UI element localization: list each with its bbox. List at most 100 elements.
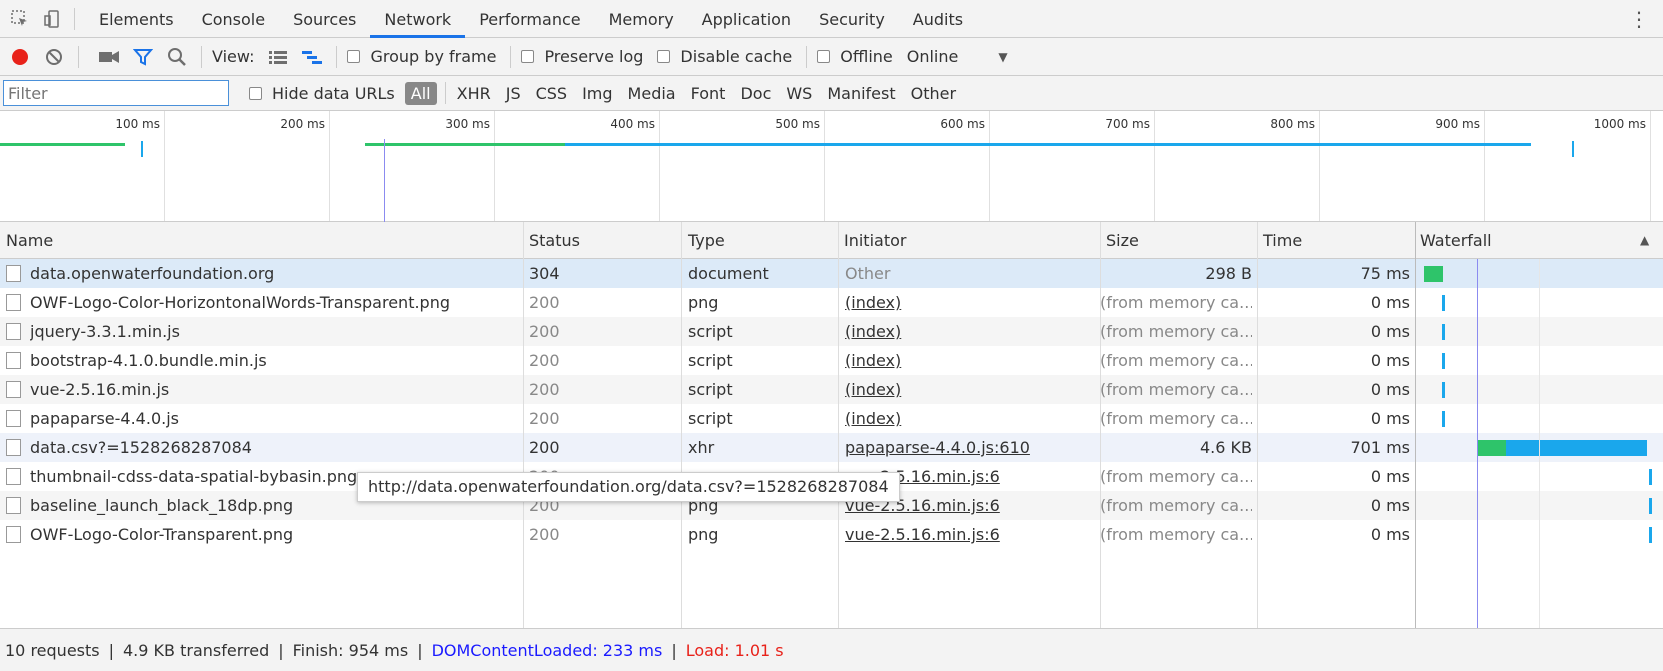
separator xyxy=(201,45,202,68)
timeline-overview[interactable]: 100 ms 200 ms 300 ms 400 ms 500 ms 600 m… xyxy=(0,111,1663,222)
checkbox-icon[interactable] xyxy=(249,86,262,100)
separator xyxy=(74,7,75,30)
table-row[interactable]: data.openwaterfoundation.org 304 documen… xyxy=(0,259,1663,288)
search-icon[interactable] xyxy=(163,43,191,71)
tab-sources[interactable]: Sources xyxy=(279,0,370,38)
gridline xyxy=(329,111,330,221)
url-tooltip: http://data.openwaterfoundation.org/data… xyxy=(357,472,900,502)
table-row[interactable]: vue-2.5.16.min.js 200 script (index) (fr… xyxy=(0,375,1663,404)
column-header-size[interactable]: Size xyxy=(1100,222,1139,259)
filter-type-js[interactable]: JS xyxy=(500,82,527,105)
table-row[interactable]: papaparse-4.4.0.js 200 script (index) (f… xyxy=(0,404,1663,433)
checkbox-icon[interactable] xyxy=(657,50,671,63)
filter-type-ws[interactable]: WS xyxy=(780,82,818,105)
tab-security[interactable]: Security xyxy=(805,0,899,38)
request-type: script xyxy=(688,409,733,428)
column-header-waterfall[interactable]: Waterfall xyxy=(1414,222,1492,259)
table-row[interactable]: OWF-Logo-Color-Transparent.png 200 png v… xyxy=(0,520,1663,549)
filter-icon[interactable] xyxy=(129,43,157,71)
filter-type-media[interactable]: Media xyxy=(622,82,682,105)
column-header-status[interactable]: Status xyxy=(523,222,580,259)
request-status: 200 xyxy=(529,351,560,370)
preserve-log-label: Preserve log xyxy=(544,47,644,66)
filter-type-xhr[interactable]: XHR xyxy=(451,82,497,105)
overview-icon[interactable] xyxy=(298,43,326,71)
checkbox-icon[interactable] xyxy=(817,50,831,63)
request-status: 200 xyxy=(529,380,560,399)
tab-application[interactable]: Application xyxy=(688,0,805,38)
separator xyxy=(336,45,338,68)
table-row[interactable]: jquery-3.3.1.min.js 200 script (index) (… xyxy=(0,317,1663,346)
request-size: (from memory ca... xyxy=(1100,525,1252,544)
filter-type-manifest[interactable]: Manifest xyxy=(821,82,901,105)
group-by-frame-checkbox[interactable]: Group by frame xyxy=(347,47,496,66)
tick-label: 1000 ms xyxy=(1593,117,1646,131)
filter-type-img[interactable]: Img xyxy=(576,82,618,105)
request-initiator[interactable]: vue-2.5.16.min.js:6 xyxy=(845,520,1095,549)
more-options-icon[interactable]: ⋮ xyxy=(1629,7,1649,31)
device-toolbar-icon[interactable] xyxy=(40,7,64,31)
column-header-name[interactable]: Name xyxy=(0,222,53,259)
inspect-element-icon[interactable] xyxy=(8,7,32,31)
tab-network[interactable]: Network xyxy=(370,0,466,38)
request-initiator[interactable]: papaparse-4.4.0.js:610 xyxy=(845,433,1095,462)
filter-type-css[interactable]: CSS xyxy=(530,82,573,105)
checkbox-icon[interactable] xyxy=(347,50,361,63)
request-initiator[interactable]: (index) xyxy=(845,375,1095,404)
preserve-log-checkbox[interactable]: Preserve log xyxy=(521,47,643,66)
record-button[interactable] xyxy=(6,43,34,71)
column-divider[interactable] xyxy=(523,222,524,628)
capture-screenshots-icon[interactable] xyxy=(95,43,123,71)
request-initiator[interactable]: (index) xyxy=(845,346,1095,375)
gridline xyxy=(1650,111,1651,221)
filter-type-font[interactable]: Font xyxy=(685,82,732,105)
filter-type-doc[interactable]: Doc xyxy=(734,82,777,105)
tab-console[interactable]: Console xyxy=(188,0,280,38)
separator: | xyxy=(278,640,284,660)
waterfall-bar xyxy=(1442,411,1445,427)
table-row[interactable]: bootstrap-4.1.0.bundle.min.js 200 script… xyxy=(0,346,1663,375)
request-size: (from memory ca... xyxy=(1100,380,1252,399)
throttling-value: Online xyxy=(906,47,959,66)
tab-memory[interactable]: Memory xyxy=(595,0,688,38)
sort-ascending-icon[interactable]: ▲ xyxy=(1640,233,1649,247)
offline-checkbox[interactable]: Offline xyxy=(817,47,893,66)
large-rows-icon[interactable] xyxy=(264,43,292,71)
checkbox-icon[interactable] xyxy=(521,50,535,63)
filter-type-other[interactable]: Other xyxy=(905,82,962,105)
column-divider[interactable] xyxy=(1100,222,1101,628)
column-header-time[interactable]: Time xyxy=(1257,222,1302,259)
filter-type-all[interactable]: All xyxy=(404,81,437,105)
tab-audits[interactable]: Audits xyxy=(899,0,977,38)
clear-icon[interactable] xyxy=(40,43,68,71)
table-row[interactable]: OWF-Logo-Color-HorizontonalWords-Transpa… xyxy=(0,288,1663,317)
dropdown-arrow-icon[interactable]: ▼ xyxy=(998,50,1007,64)
tab-performance[interactable]: Performance xyxy=(465,0,594,38)
filter-input[interactable] xyxy=(3,80,229,106)
column-divider[interactable] xyxy=(681,222,682,628)
request-time: 75 ms xyxy=(1360,264,1410,283)
column-header-initiator[interactable]: Initiator xyxy=(838,222,906,259)
column-divider[interactable] xyxy=(838,222,839,628)
column-divider[interactable] xyxy=(1257,222,1258,628)
separator xyxy=(510,45,512,68)
group-by-frame-label: Group by frame xyxy=(370,47,497,66)
hide-data-urls-label: Hide data URLs xyxy=(272,83,395,103)
column-header-type[interactable]: Type xyxy=(682,222,725,259)
waterfall-bar xyxy=(1506,440,1647,456)
request-type: png xyxy=(688,293,719,312)
hide-data-urls-checkbox[interactable]: Hide data URLs xyxy=(249,84,395,103)
request-initiator[interactable]: (index) xyxy=(845,288,1095,317)
column-divider[interactable] xyxy=(1415,222,1416,628)
request-status: 200 xyxy=(529,525,560,544)
tab-elements[interactable]: Elements xyxy=(85,0,188,38)
request-initiator[interactable]: (index) xyxy=(845,317,1095,346)
request-name: papaparse-4.4.0.js xyxy=(30,409,179,428)
throttling-select[interactable]: Online ▼ xyxy=(907,47,1008,66)
table-row[interactable]: data.csv?=1528268287084 200 xhr papapars… xyxy=(0,433,1663,462)
view-label: View: xyxy=(212,47,255,66)
disable-cache-checkbox[interactable]: Disable cache xyxy=(657,47,792,66)
waterfall-bar xyxy=(1649,527,1652,543)
request-initiator[interactable]: (index) xyxy=(845,404,1095,433)
request-status: 200 xyxy=(529,438,560,457)
